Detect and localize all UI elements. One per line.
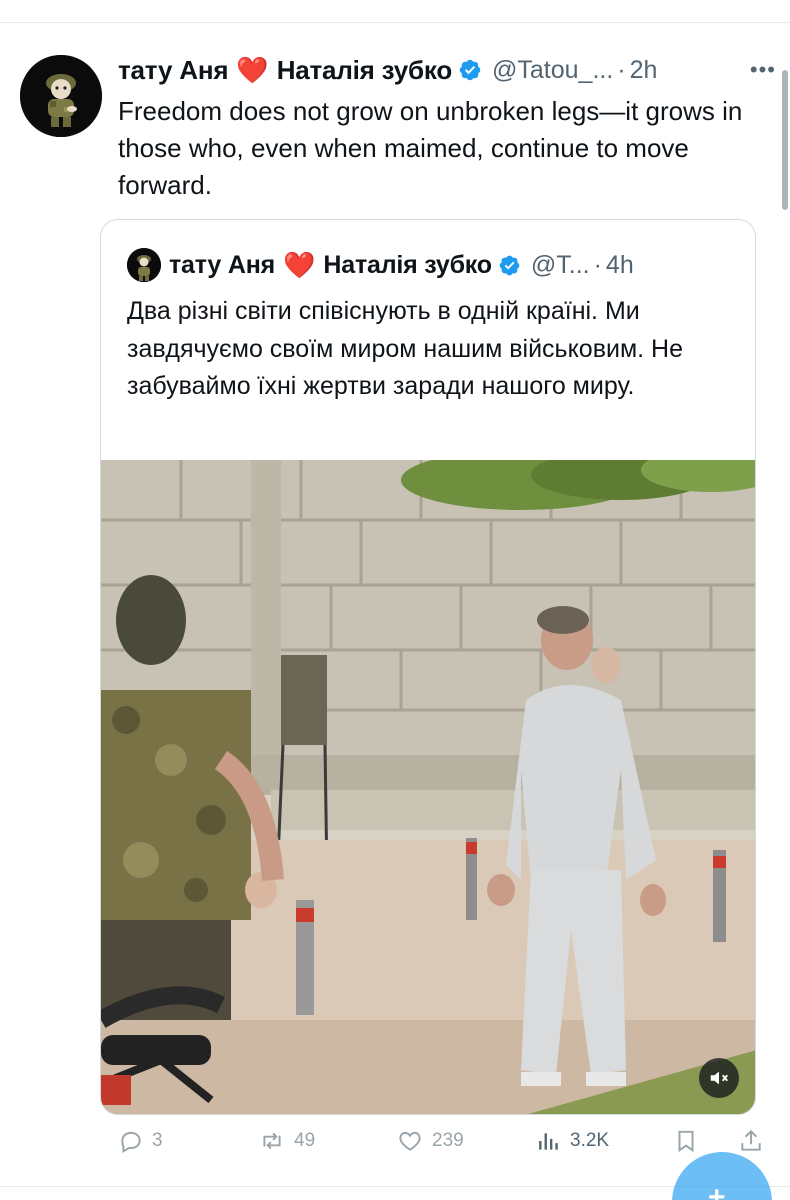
tweet-header: тату Аня ❤️ Наталія зубко @Tatou_... · 2… — [118, 55, 776, 85]
scrollbar[interactable] — [782, 70, 788, 210]
bottom-divider — [0, 1186, 790, 1187]
repost-count: 49 — [294, 1130, 316, 1151]
video-frame — [101, 460, 755, 1114]
author-name[interactable]: тату Аня — [118, 55, 229, 86]
quoted-author-name-2: Наталія зубко — [323, 250, 492, 279]
heart-emoji: ❤️ — [236, 54, 269, 85]
author-name-2[interactable]: Наталія зубко — [277, 55, 453, 86]
separator-dot: · — [617, 55, 626, 84]
repost-button[interactable]: 49 — [258, 1128, 315, 1154]
quoted-tweet-text: Два різні світи співіснують в одній краї… — [127, 297, 683, 400]
reply-button[interactable]: 3 — [118, 1128, 163, 1154]
reply-count: 3 — [152, 1130, 163, 1151]
avatar-image — [20, 55, 102, 137]
speaker-muted-icon — [710, 1071, 728, 1085]
verified-badge-icon — [458, 58, 482, 82]
quoted-author-handle: @T... — [530, 250, 590, 279]
views-button[interactable]: 3.2K — [536, 1128, 609, 1154]
quoted-timestamp: 4h — [605, 250, 634, 279]
share-icon — [741, 1129, 761, 1151]
views-icon — [539, 1133, 558, 1150]
quoted-author-name: тату Аня — [169, 250, 276, 279]
repost-icon — [263, 1132, 281, 1150]
bookmark-button[interactable] — [673, 1128, 707, 1154]
view-count: 3.2K — [570, 1130, 610, 1151]
like-count: 239 — [432, 1130, 464, 1151]
quoted-tweet-header: тату Аня ❤️ Наталія зубко @T... · 4h — [127, 248, 634, 282]
like-button[interactable]: 239 — [396, 1128, 464, 1154]
heart-emoji: ❤️ — [283, 249, 316, 280]
share-button[interactable] — [738, 1128, 772, 1154]
video-player[interactable] — [101, 460, 755, 1114]
like-icon — [399, 1131, 421, 1151]
compose-icon: + — [708, 1181, 726, 1200]
author-handle[interactable]: @Tatou_... — [492, 56, 613, 85]
reply-icon — [121, 1131, 141, 1154]
timestamp[interactable]: 2h — [630, 56, 658, 85]
top-divider — [0, 22, 790, 23]
tweet-actions: 3 49 239 3.2K — [118, 1128, 778, 1164]
tweet-text: Freedom does not grow on unbroken legs—i… — [118, 96, 743, 200]
separator-dot: · — [593, 250, 602, 279]
verified-badge-icon — [498, 254, 521, 277]
avatar[interactable] — [20, 55, 102, 137]
mute-button[interactable] — [699, 1058, 739, 1098]
bookmark-icon — [678, 1130, 694, 1153]
tweet-body: тату Аня ❤️ Наталія зубко @Tatou_... · 2… — [118, 55, 776, 204]
quoted-avatar — [127, 248, 161, 282]
quoted-tweet[interactable]: тату Аня ❤️ Наталія зубко @T... · 4h Два… — [100, 219, 756, 1115]
more-icon[interactable]: ••• — [750, 57, 776, 83]
